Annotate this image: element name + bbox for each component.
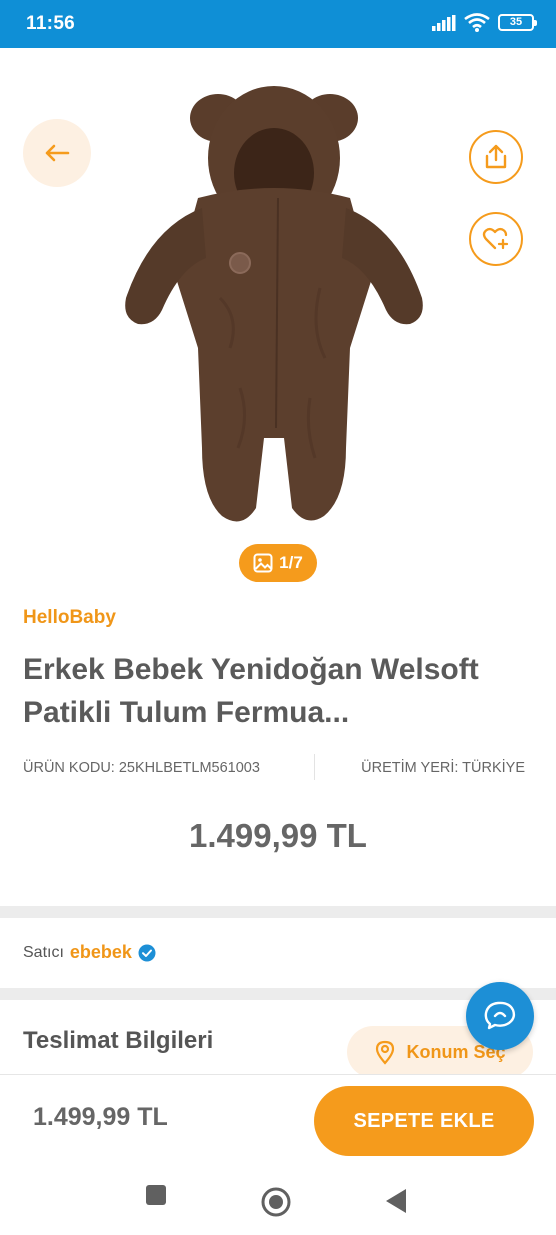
share-button[interactable] — [469, 130, 523, 184]
back-button[interactable] — [23, 119, 91, 187]
status-time: 11:56 — [26, 13, 76, 34]
section-divider — [0, 906, 556, 918]
bottom-price: 1.499,99 TL — [33, 1103, 168, 1131]
add-to-cart-button[interactable]: SEPETE EKLE — [314, 1086, 534, 1156]
image-icon — [253, 553, 273, 573]
add-favorite-button[interactable] — [469, 212, 523, 266]
wifi-icon — [464, 13, 490, 32]
heart-plus-icon — [482, 227, 509, 250]
share-icon — [485, 144, 507, 169]
seller-label: Satıcı — [23, 943, 64, 961]
bottom-action-bar: 1.499,99 TL SEPETE EKLE — [0, 1074, 556, 1163]
product-origin: ÜRETİM YERİ: TÜRKİYE — [361, 760, 525, 776]
codes-divider — [314, 754, 315, 780]
triangle-back-icon — [386, 1189, 406, 1213]
status-bar: 11:56 35 — [0, 0, 556, 48]
home-button[interactable] — [261, 1187, 291, 1217]
seller-row[interactable]: Satıcı ebebek — [23, 942, 156, 963]
product-gallery[interactable]: 1/7 — [0, 48, 556, 582]
chat-support-button[interactable] — [466, 982, 534, 1050]
home-circle-icon — [261, 1187, 291, 1217]
brand-link[interactable]: HelloBaby — [23, 607, 116, 629]
product-title: Erkek Bebek Yenidoğan Welsoft Patikli Tu… — [23, 653, 479, 729]
product-price: 1.499,99 TL — [189, 817, 367, 854]
system-navigation-bar — [0, 1163, 556, 1235]
product-image[interactable] — [110, 48, 450, 558]
status-icons: 35 — [432, 13, 537, 32]
signal-icon — [432, 14, 456, 31]
verified-icon — [138, 944, 156, 961]
image-counter: 1/7 — [239, 544, 317, 582]
recent-apps-button[interactable] — [146, 1185, 166, 1205]
location-pin-icon — [376, 1040, 395, 1065]
battery-icon: 35 — [498, 14, 537, 31]
delivery-title: Teslimat Bilgileri — [23, 1027, 214, 1054]
chat-icon — [484, 1001, 516, 1030]
square-icon — [146, 1185, 166, 1205]
product-code: ÜRÜN KODU: 25KHLBETLM561003 — [23, 760, 260, 776]
product-codes: ÜRÜN KODU: 25KHLBETLM561003 ÜRETİM YERİ:… — [23, 754, 533, 780]
arrow-left-icon — [45, 144, 70, 162]
back-nav-button[interactable] — [386, 1189, 406, 1213]
image-counter-text: 1/7 — [279, 553, 303, 572]
seller-name[interactable]: ebebek — [70, 942, 132, 963]
